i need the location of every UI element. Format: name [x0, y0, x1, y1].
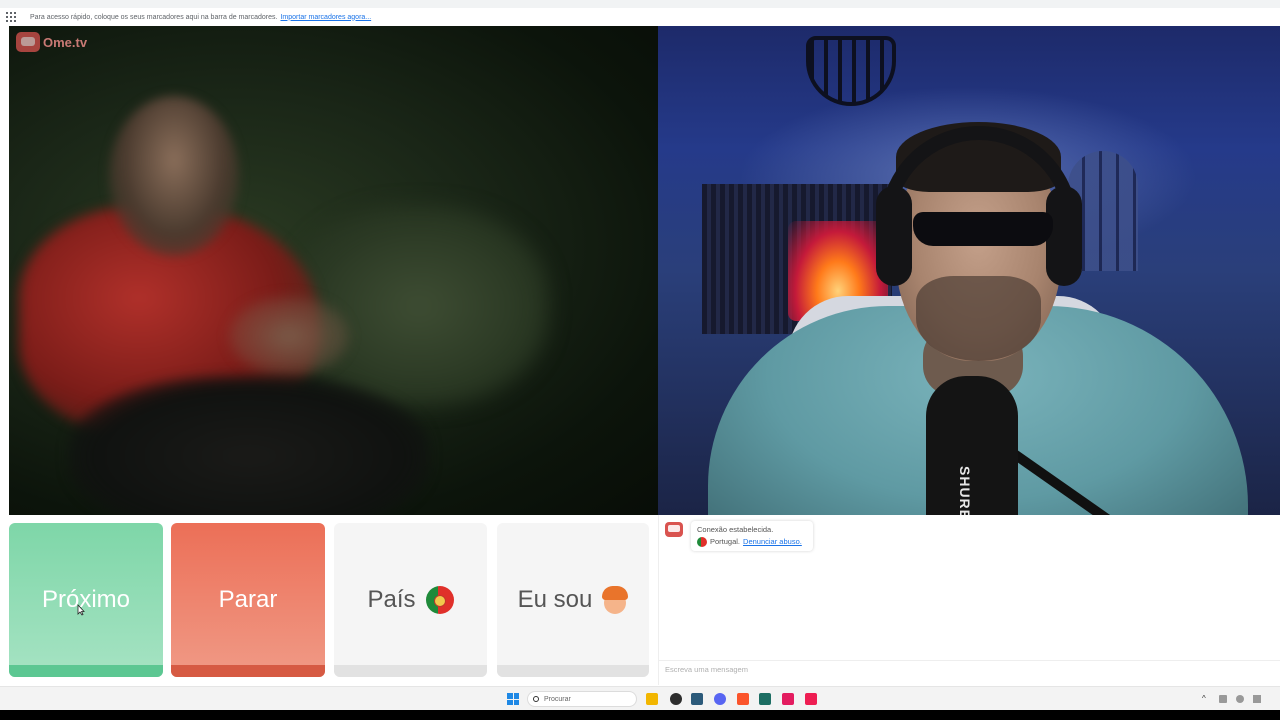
self-video: SHURE	[658, 26, 1280, 515]
report-abuse-link[interactable]: Denunciar abuso.	[743, 536, 802, 548]
video-hand-shape	[229, 296, 349, 376]
brave-browser-icon[interactable]	[737, 693, 749, 705]
next-button-label: Próximo	[41, 586, 131, 613]
file-explorer-icon[interactable]	[646, 693, 658, 705]
gender-select-button[interactable]: Eu sou	[497, 523, 649, 677]
controls-panel: Próximo Parar País Eu sou	[0, 515, 658, 685]
connection-status: Conexão estabelecida.	[697, 525, 774, 534]
video-headphone-left	[876, 186, 912, 286]
screen-bottom-border	[0, 710, 1280, 720]
app-icon-4[interactable]	[782, 693, 794, 705]
app-icon-2[interactable]	[691, 693, 703, 705]
stranger-video	[9, 26, 658, 515]
ometv-logo-text: Ome.tv	[43, 34, 88, 50]
portugal-flag-small-icon	[697, 537, 707, 547]
message-input[interactable]: Escreva uma mensagem	[659, 660, 1280, 678]
windows-taskbar: Procurar ^	[0, 686, 1280, 710]
discord-icon[interactable]	[714, 693, 726, 705]
mouse-cursor-icon	[77, 604, 85, 616]
stop-button[interactable]: Parar	[171, 523, 325, 677]
video-microphone-brand: SHURE	[957, 466, 973, 515]
video-shadow-shape	[69, 376, 429, 515]
video-person-beard	[916, 276, 1041, 361]
app-icon-1[interactable]	[670, 693, 682, 705]
video-sunglasses	[913, 212, 1053, 246]
video-face-shape	[109, 96, 239, 256]
apps-grid-icon[interactable]	[6, 12, 16, 22]
ometv-chat-icon	[665, 522, 683, 537]
search-icon	[533, 696, 539, 702]
volume-icon[interactable]	[1253, 695, 1261, 703]
next-button[interactable]: Próximo	[9, 523, 163, 677]
bookmarks-bar-hint: Para acesso rápido, coloque os seus marc…	[30, 13, 278, 21]
country-button-label: País	[367, 586, 416, 613]
tiktok-icon[interactable]	[805, 693, 817, 705]
app-icon-3[interactable]	[759, 693, 771, 705]
bookmarks-bar: Para acesso rápido, coloque os seus marc…	[0, 8, 1280, 26]
stop-button-label: Parar	[218, 586, 278, 613]
country-filter-button[interactable]: País	[334, 523, 487, 677]
import-bookmarks-link[interactable]: Importar marcadores agora...	[280, 14, 371, 21]
taskbar-search[interactable]: Procurar	[527, 691, 637, 707]
ometv-logo-icon	[16, 32, 40, 52]
network-icon[interactable]	[1219, 695, 1227, 703]
chevron-up-icon[interactable]: ^	[1202, 695, 1210, 703]
gender-button-label: Eu sou	[517, 586, 593, 613]
microphone-icon[interactable]	[1236, 695, 1244, 703]
boy-face-icon	[602, 586, 629, 614]
taskbar-search-placeholder: Procurar	[544, 695, 571, 703]
video-headphone-right	[1046, 186, 1082, 286]
chat-panel: Conexão estabelecida. Portugal. Denuncia…	[658, 515, 1280, 685]
windows-start-icon[interactable]	[507, 693, 519, 705]
portugal-flag-icon	[425, 586, 454, 614]
ometv-logo: Ome.tv	[16, 32, 87, 52]
stranger-country: Portugal.	[710, 537, 741, 546]
system-message: Conexão estabelecida. Portugal. Denuncia…	[691, 521, 813, 551]
browser-tabstrip	[0, 0, 1280, 8]
